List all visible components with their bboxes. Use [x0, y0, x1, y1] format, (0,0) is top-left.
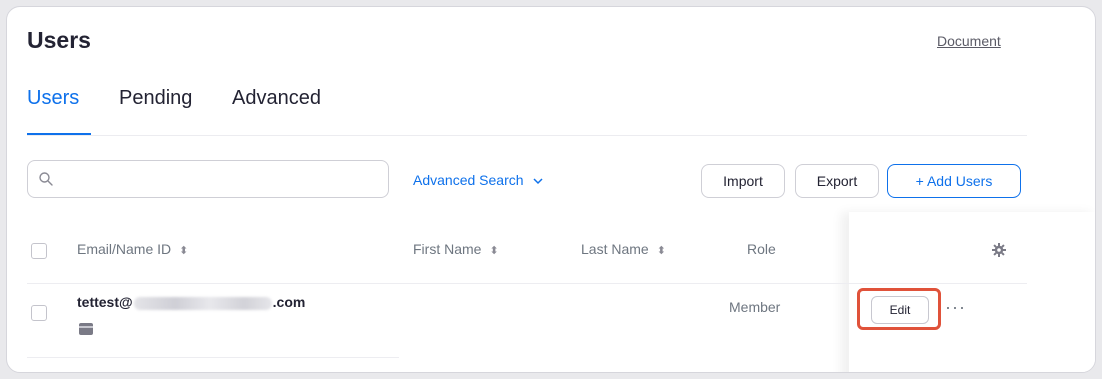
tab-users[interactable]: Users: [27, 87, 79, 110]
chevron-down-icon: [533, 178, 543, 185]
search-input[interactable]: [62, 161, 382, 197]
export-button[interactable]: Export: [795, 164, 879, 198]
sort-icon: ⬍: [489, 245, 498, 257]
row-checkbox[interactable]: [31, 305, 47, 321]
advanced-search-label: Advanced Search: [413, 172, 524, 188]
user-role: Member: [729, 299, 781, 315]
tabs-divider: [27, 135, 1027, 136]
column-header-last-name-label: Last Name: [581, 241, 649, 257]
column-header-first-name[interactable]: First Name ⬍: [413, 241, 499, 257]
more-icon[interactable]: ···: [945, 297, 966, 318]
add-users-button[interactable]: + Add Users: [887, 164, 1021, 198]
import-button[interactable]: Import: [701, 164, 785, 198]
card-icon: [79, 323, 93, 335]
search-icon: [39, 172, 53, 186]
tab-advanced[interactable]: Advanced: [232, 87, 321, 110]
select-all-checkbox[interactable]: [31, 243, 47, 259]
column-header-email-label: Email/Name ID: [77, 241, 172, 257]
gear-icon[interactable]: [991, 242, 1007, 258]
email-suffix: .com: [272, 294, 306, 310]
tab-pending[interactable]: Pending: [119, 87, 192, 110]
edit-button[interactable]: Edit: [871, 296, 929, 324]
redacted-domain: [133, 296, 272, 310]
document-link[interactable]: Document: [937, 33, 1001, 49]
column-header-email[interactable]: Email/Name ID ⬍: [77, 241, 188, 257]
user-email[interactable]: tettest@ .com: [77, 294, 305, 310]
header-row-divider: [27, 283, 1027, 284]
column-header-role: Role: [747, 241, 776, 257]
advanced-search-toggle[interactable]: Advanced Search: [413, 172, 543, 188]
sort-icon: ⬍: [179, 245, 188, 257]
email-prefix: tettest@: [77, 294, 133, 310]
page-title: Users: [27, 27, 91, 53]
search-box[interactable]: [27, 160, 389, 198]
row-divider: [27, 357, 399, 358]
sort-icon: ⬍: [656, 245, 666, 257]
column-header-first-name-label: First Name: [413, 241, 482, 257]
users-page-card: Users Document Users Pending Advanced Ad…: [6, 6, 1096, 373]
column-header-last-name[interactable]: Last Name ⬍: [581, 241, 666, 257]
